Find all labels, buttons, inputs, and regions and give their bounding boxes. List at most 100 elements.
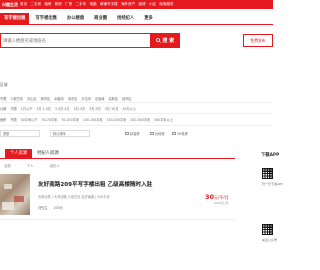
filter-option[interactable]: 不限 bbox=[0, 96, 6, 101]
checkbox[interactable] bbox=[150, 131, 154, 136]
search-button[interactable]: 搜 索 bbox=[150, 33, 180, 48]
tab-find-agent[interactable]: 找经纪人 bbox=[113, 13, 138, 24]
divider bbox=[0, 102, 273, 103]
filter-option[interactable]: 5万-10万 bbox=[105, 106, 119, 111]
tab-more[interactable]: 更多 bbox=[140, 13, 157, 24]
filter-option[interactable]: 70-100平米 bbox=[61, 117, 79, 122]
filter-option[interactable]: 不限 bbox=[10, 106, 16, 111]
check-label: 近地铁 bbox=[155, 132, 165, 136]
qr-wechat-label: 关注公众号 bbox=[262, 238, 278, 242]
filter-option[interactable]: 1.5万-2万 bbox=[55, 106, 70, 111]
listing-price-total: 6000元/月 bbox=[214, 201, 229, 205]
price-value: 30 bbox=[205, 193, 215, 201]
listing-owner: 刘先生 bbox=[38, 206, 48, 210]
region-filter-row: 不限 沙依巴克 天山区 新市区 水磨沟 米东区 头屯河 达坂城 高新区 经开区 bbox=[0, 96, 132, 101]
filter-option[interactable]: 200-300平米 bbox=[130, 117, 150, 122]
check-label: 精装修 bbox=[130, 132, 140, 136]
type-select[interactable]: 类型 bbox=[0, 130, 40, 137]
search-bar: 搜 索 bbox=[0, 33, 180, 48]
filter-option[interactable]: 天山区 bbox=[27, 96, 37, 101]
top-nav-item[interactable]: 商铺写字楼 bbox=[100, 2, 118, 7]
filter-option[interactable]: 新市区 bbox=[41, 96, 51, 101]
tab-business-district[interactable]: 商业圈 bbox=[90, 13, 111, 24]
area-filter-row: 面积 不限 50平米以下 50-70平米 70-100平米 100-150平米 … bbox=[0, 117, 173, 122]
filter-option[interactable]: 2万-3万 bbox=[74, 106, 86, 111]
top-nav-item[interactable]: 装修 bbox=[139, 2, 146, 7]
listing-agency: 天骄大厦 bbox=[38, 195, 51, 199]
qr-code-app bbox=[262, 168, 273, 179]
thumb-detail bbox=[2, 202, 14, 210]
divider bbox=[0, 125, 273, 126]
filter-option[interactable]: 高新区 bbox=[109, 96, 119, 101]
top-nav-item[interactable]: 海外房产 bbox=[121, 2, 135, 7]
top-nav-item[interactable]: 二手车 bbox=[75, 2, 86, 7]
category-tabs: 写字楼出租 写字楼出售 办公楼盘 商业圈 找经纪人 更多 bbox=[0, 9, 273, 25]
filter-option[interactable]: 头屯河 bbox=[81, 96, 91, 101]
top-nav-item[interactable]: 二手房 bbox=[30, 2, 41, 7]
region-filter-label: 区域 bbox=[0, 82, 8, 87]
search-input[interactable] bbox=[0, 33, 150, 48]
tab-agent[interactable]: 经纪人房源 bbox=[32, 149, 63, 158]
filter-label: 价格 bbox=[0, 107, 7, 111]
publish-button[interactable]: 免费发布 bbox=[243, 34, 273, 47]
listing-item[interactable]: 友好南路209平写字楼出租 乙级高楼随时入驻 天骄大厦 | 大湾北路 沙依巴克 … bbox=[0, 172, 235, 220]
listing-phone: 200元 bbox=[53, 206, 63, 210]
check-subway[interactable]: 近地铁 bbox=[150, 131, 165, 136]
tab-personal[interactable]: 个人房源 bbox=[5, 149, 33, 158]
top-nav-item[interactable]: 厂房 bbox=[65, 2, 72, 7]
thumb-detail bbox=[14, 196, 24, 202]
top-nav-item[interactable]: 新房 bbox=[55, 2, 62, 7]
search-icon bbox=[156, 38, 161, 43]
subfilter-option[interactable]: 全部 bbox=[4, 163, 11, 168]
tab-office-sale[interactable]: 写字楼出售 bbox=[31, 13, 60, 24]
filter-option[interactable]: 1万以下 bbox=[21, 106, 33, 111]
filter-option[interactable]: 10万以上 bbox=[122, 106, 136, 111]
top-nav-item[interactable]: 电商服务 bbox=[159, 2, 173, 7]
listing-title[interactable]: 友好南路209平写字楼出租 乙级高楼随时入驻 bbox=[38, 180, 152, 188]
listing-subfilter: 全部 个人 经纪人 bbox=[0, 163, 60, 168]
listing-meta: 天骄大厦 | 大湾北路 沙依巴克 友好南路 | 209平米 bbox=[38, 194, 110, 199]
subfilter-option[interactable]: 经纪人 bbox=[50, 163, 60, 168]
listing-tabs: 个人房源 经纪人房源 bbox=[0, 149, 235, 159]
tab-office-buildings[interactable]: 办公楼盘 bbox=[63, 13, 88, 24]
subfilter-option[interactable]: 个人 bbox=[27, 163, 34, 168]
listing-price: 30元/平/月 bbox=[205, 193, 229, 201]
filter-option[interactable]: 不限 bbox=[10, 117, 16, 122]
top-nav-item[interactable]: 首页 bbox=[20, 2, 27, 7]
filter-option[interactable]: 达坂城 bbox=[95, 96, 105, 101]
filter-option[interactable]: 300平米以上 bbox=[154, 117, 173, 122]
download-app-title: 下载APP bbox=[261, 153, 280, 158]
checkbox[interactable] bbox=[125, 131, 129, 136]
filter-option[interactable]: 水磨沟 bbox=[54, 96, 64, 101]
filter-label: 面积 bbox=[0, 118, 7, 122]
tab-office-rent[interactable]: 写字楼出租 bbox=[0, 13, 30, 24]
divider bbox=[0, 113, 273, 114]
site-logo[interactable]: 兴趣生活 bbox=[0, 2, 20, 8]
filter-option[interactable]: 米东区 bbox=[68, 96, 78, 101]
check-label: VR看房 bbox=[177, 132, 188, 136]
filter-option[interactable]: 沙依巴克 bbox=[10, 96, 23, 101]
checkbox[interactable] bbox=[172, 131, 176, 136]
check-decorated[interactable]: 精装修 bbox=[125, 131, 140, 136]
listing-location: | 大湾北路 沙依巴克 友好南路 | 209平米 bbox=[51, 195, 110, 199]
search-button-label: 搜 索 bbox=[162, 38, 175, 44]
check-vr[interactable]: VR看房 bbox=[172, 131, 188, 136]
price-unit: 元/平/月 bbox=[214, 195, 229, 200]
filter-option[interactable]: 50平米以下 bbox=[21, 117, 38, 122]
filter-option[interactable]: 经开区 bbox=[122, 96, 132, 101]
top-nav-item[interactable]: 电脑 bbox=[89, 2, 96, 7]
filter-option[interactable]: 1万-1.5万 bbox=[36, 106, 51, 111]
top-nav-bar: 兴趣生活 首页 二手房 租房 新房 厂房 二手车 电脑 商铺写字楼 海外房产 装… bbox=[0, 0, 273, 9]
top-nav-item[interactable]: 租房 bbox=[44, 2, 51, 7]
filter-option[interactable]: 50-70平米 bbox=[42, 117, 58, 122]
top-nav-item[interactable]: 小区 bbox=[149, 2, 156, 7]
qr-code-wechat bbox=[262, 224, 273, 235]
filter-option[interactable]: 150-200平米 bbox=[107, 117, 127, 122]
listing-thumbnail[interactable] bbox=[0, 174, 30, 215]
sort-select[interactable]: 默认排序 bbox=[50, 130, 90, 137]
qr-app-label: 扫一扫下载APP bbox=[262, 182, 283, 186]
filter-option[interactable]: 3万-5万 bbox=[89, 106, 101, 111]
thumb-detail bbox=[4, 184, 12, 189]
filter-option[interactable]: 100-150平米 bbox=[83, 117, 103, 122]
price-filter-row: 价格 不限 1万以下 1万-1.5万 1.5万-2万 2万-3万 3万-5万 5… bbox=[0, 106, 136, 111]
